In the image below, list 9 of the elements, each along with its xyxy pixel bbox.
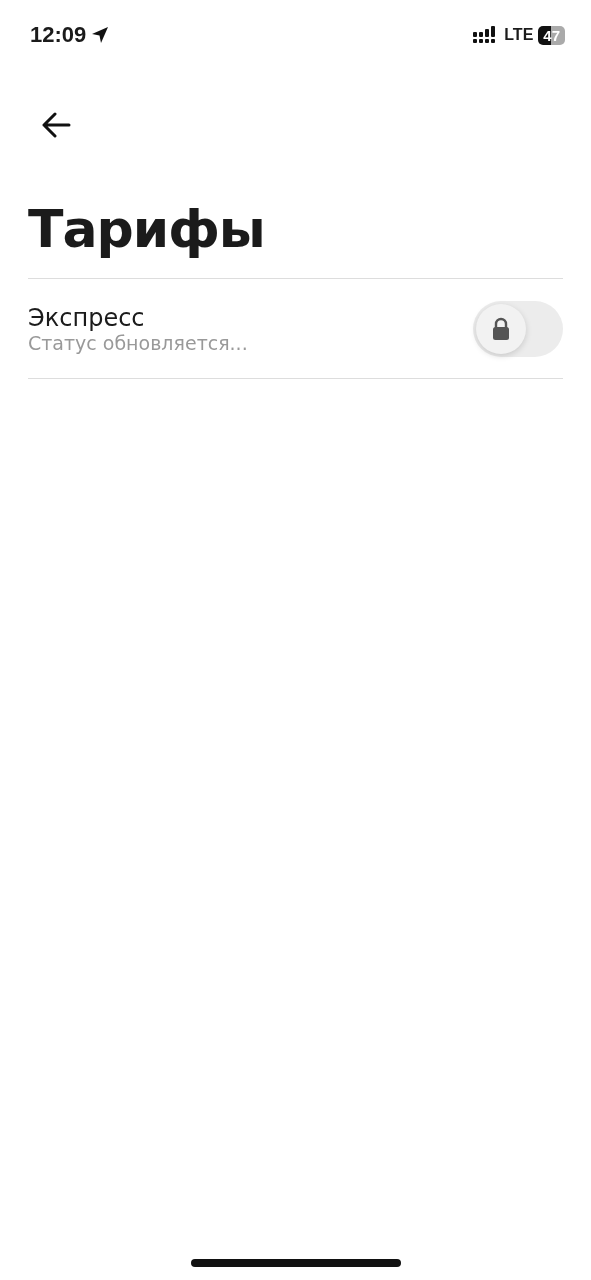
toggle-switch[interactable] — [473, 300, 563, 357]
clock-time: 12:09 — [30, 22, 87, 48]
back-arrow-icon[interactable] — [41, 112, 71, 138]
location-arrow-icon — [91, 26, 110, 44]
signal-icon — [473, 26, 498, 44]
page-title: Тарифы — [27, 198, 266, 261]
tariff-status: Статус обновляется... — [28, 331, 248, 354]
tariff-name: Экспресс — [28, 303, 146, 332]
network-label: LTE — [504, 26, 534, 44]
